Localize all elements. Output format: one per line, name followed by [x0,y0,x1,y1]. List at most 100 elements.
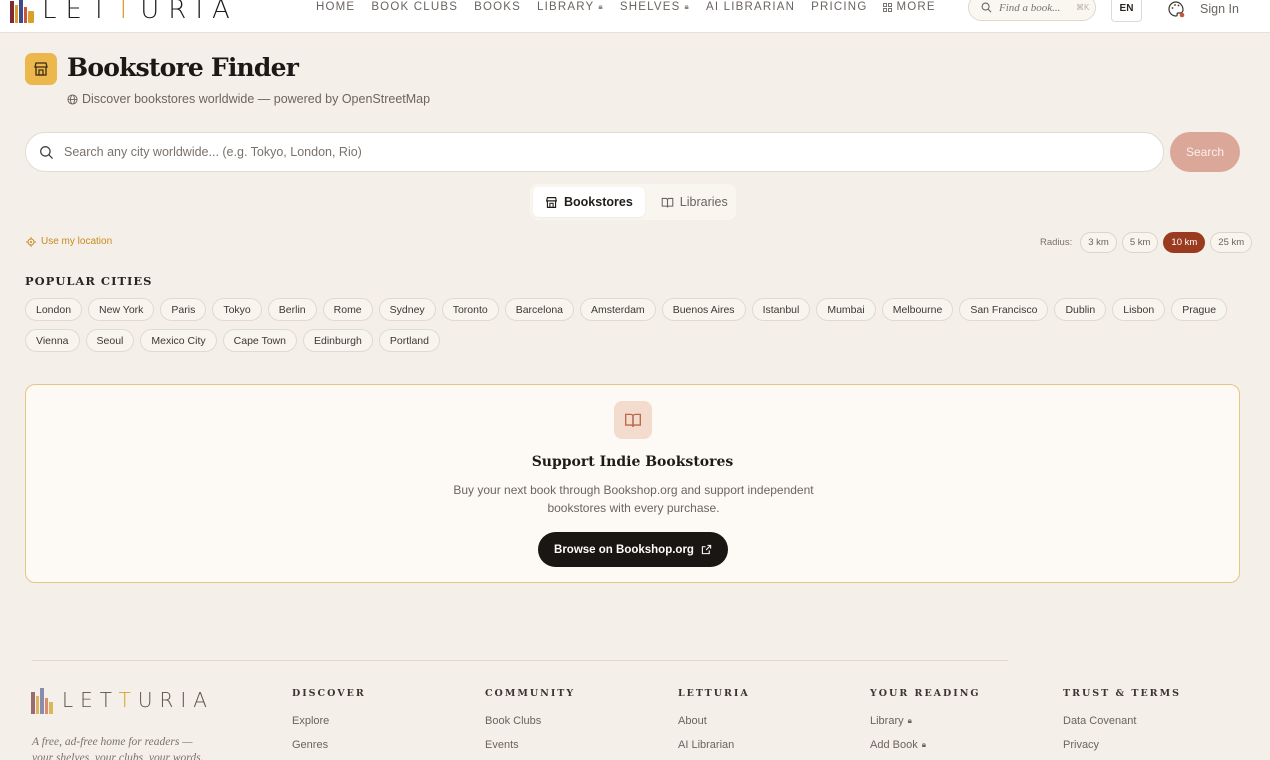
lock-icon: 🔒︎ [921,740,926,749]
support-description: Buy your next book through Bookshop.org … [453,483,814,515]
city-chip[interactable]: London [25,298,83,321]
footer-link-data-covenant[interactable]: Data Covenant [1063,715,1181,727]
page-subtitle: Discover bookstores worldwide — powered … [67,92,430,106]
popular-cities-heading: POPULAR CITIES [25,274,153,288]
city-chip[interactable]: Barcelona [504,298,574,321]
lock-icon: 🔒︎ [598,2,604,11]
footer-heading: TRUST & TERMS [1063,688,1181,699]
city-chip[interactable]: Toronto [441,298,499,321]
store-badge-icon [25,53,57,85]
city-search-field[interactable] [25,132,1164,172]
footer-link-genres[interactable]: Genres [292,739,366,751]
city-chip[interactable]: Mumbai [816,298,876,321]
nav-books[interactable]: BOOKS [474,0,521,14]
city-chip[interactable]: Lisbon [1112,298,1166,321]
city-chip[interactable]: Amsterdam [580,298,656,321]
radius-option-5km[interactable]: 5 km [1121,232,1159,253]
city-chip[interactable]: Buenos Aires [661,298,746,321]
tab-bookstores[interactable]: Bookstores [533,187,645,217]
city-chip[interactable]: Edinburgh [302,329,373,352]
footer-link-ai-librarian[interactable]: AI Librarian [678,739,750,751]
footer-heading: LETTURIA [678,688,750,699]
footer-link-privacy[interactable]: Privacy [1063,739,1181,751]
footer-link-explore[interactable]: Explore [292,715,366,727]
nav-book-clubs[interactable]: BOOK CLUBS [371,0,458,14]
footer-heading: COMMUNITY [485,688,576,699]
language-button[interactable]: EN [1111,0,1142,22]
nav-library[interactable]: LIBRARY 🔒︎ [537,0,604,14]
footer-heading: DISCOVER [292,688,366,699]
tab-libraries[interactable]: Libraries [649,187,740,217]
find-book-input[interactable] [999,1,1069,14]
find-book-search[interactable]: ⌘K [968,0,1096,21]
city-chip[interactable]: New York [88,298,155,321]
city-chip[interactable]: Berlin [267,298,317,321]
search-icon [40,145,54,159]
book-open-icon [614,401,652,439]
support-title: Support Indie Bookstores [531,454,734,470]
radius-option-25km[interactable]: 25 km [1210,232,1253,253]
globe-icon [67,93,78,105]
nav-home[interactable]: HOME [316,0,355,14]
city-chip[interactable]: Seoul [85,329,135,352]
bookshelf-logo-icon [31,688,53,714]
footer-divider [32,660,1008,661]
radius-option-10km[interactable]: 10 km [1163,232,1206,253]
radius-option-3km[interactable]: 3 km [1080,232,1117,253]
city-chip[interactable]: Mexico City [140,329,217,352]
store-icon [545,196,558,208]
nav-ai-librarian[interactable]: AI LIBRARIAN [706,0,795,14]
page-title: Bookstore Finder [67,53,299,82]
footer-column-your-reading: YOUR READING Library 🔒︎ Add Book 🔒︎ [870,688,981,760]
radius-selector: Radius: 3 km 5 km 10 km 25 km [1040,232,1253,253]
city-chip[interactable]: Rome [322,298,373,321]
letturia-wordmark: LETTURIA [42,0,239,25]
city-chip[interactable]: Melbourne [881,298,954,321]
book-open-icon [661,197,674,207]
external-link-icon [701,544,712,555]
use-my-location-button[interactable]: Use my location [26,236,112,247]
main-nav: HOME BOOK CLUBS BOOKS LIBRARY 🔒︎ SHELVES 🔒… [316,0,952,14]
city-chip[interactable]: Paris [160,298,207,321]
nav-shelves[interactable]: SHELVES 🔒︎ [620,0,690,14]
nav-more[interactable]: MORE [883,0,935,14]
radius-label: Radius: [1040,237,1073,248]
city-chip[interactable]: Tokyo [212,298,262,321]
place-type-tabs: Bookstores Libraries [530,184,736,220]
footer-logo[interactable]: LETTURIA [30,684,214,716]
footer-link-about[interactable]: About [678,715,750,727]
nav-pricing[interactable]: PRICING [811,0,867,14]
browse-bookshop-button[interactable]: Browse on Bookshop.org [538,532,728,567]
city-chip[interactable]: Prague [1171,298,1228,321]
city-chip[interactable]: Dublin [1054,298,1107,321]
footer-wordmark: LETTURIA [62,688,214,712]
support-indie-card: Support Indie Bookstores Buy your next b… [25,384,1240,583]
footer-link-book-clubs[interactable]: Book Clubs [485,715,575,727]
palette-icon[interactable] [1167,0,1185,18]
footer-tagline: A free, ad-free home for readers — your … [32,736,204,760]
letturia-logo[interactable]: LETTURIA [8,0,239,26]
footer-link-library[interactable]: Library 🔒︎ [870,715,981,727]
footer-column-community: COMMUNITY Book Clubs Events [485,688,575,760]
footer-column-trust-terms: TRUST & TERMS Data Covenant Privacy [1063,688,1181,760]
shortcut-hint: ⌘K [1076,3,1090,12]
footer-column-discover: DISCOVER Explore Genres [292,688,366,760]
search-button[interactable]: Search [1170,132,1240,172]
popular-cities-list: London New York Paris Tokyo Berlin Rome … [25,298,1240,352]
footer-heading: YOUR READING [870,688,981,699]
grid-icon [883,2,893,12]
sign-in-link[interactable]: Sign In [1200,2,1239,16]
top-navigation-bar: LETTURIA HOME BOOK CLUBS BOOKS LIBRARY 🔒︎… [0,0,1270,33]
city-search-input[interactable] [64,145,1163,159]
footer-column-letturia: LETTURIA About AI Librarian [678,688,750,760]
footer-link-events[interactable]: Events [485,739,575,751]
city-chip[interactable]: Cape Town [222,329,297,352]
footer-link-add-book[interactable]: Add Book 🔒︎ [870,739,981,751]
city-chip[interactable]: Istanbul [751,298,811,321]
bookshelf-logo-icon [10,0,34,23]
city-chip[interactable]: Sydney [378,298,436,321]
city-chip[interactable]: Vienna [25,329,80,352]
city-chip[interactable]: Portland [378,329,440,352]
locate-icon [26,236,36,247]
city-chip[interactable]: San Francisco [959,298,1049,321]
